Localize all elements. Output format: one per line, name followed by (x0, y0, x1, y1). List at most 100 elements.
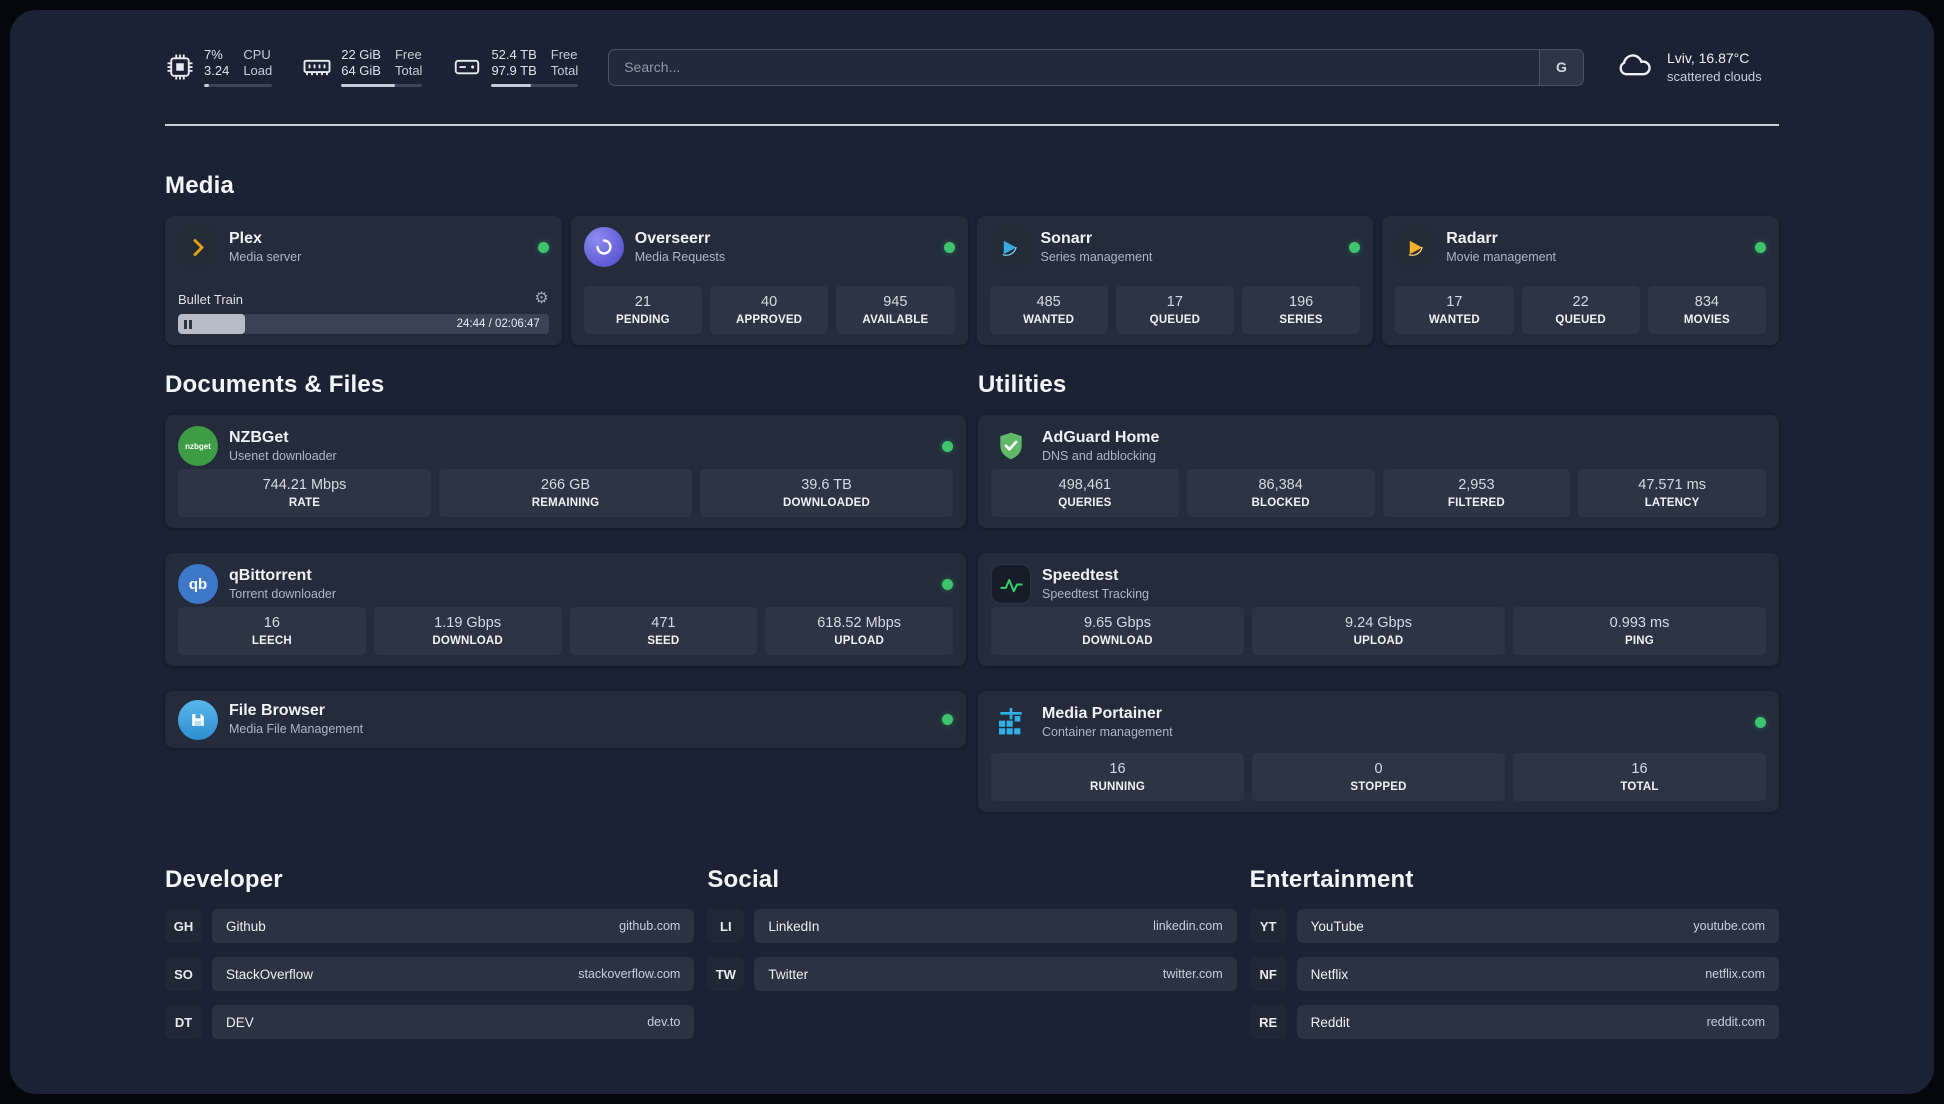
qbittorrent-card[interactable]: qb qBittorrent Torrent downloader 16 LEE… (165, 553, 966, 666)
plex-card[interactable]: Plex Media server Bullet Train ⚙ 24:44 /… (165, 216, 562, 345)
status-dot (1755, 716, 1766, 728)
playback-time: 24:44 / 02:06:47 (456, 318, 540, 330)
app-name: Speedtest (1042, 566, 1119, 584)
link-url: twitter.com (1162, 967, 1223, 981)
link-linkedin[interactable]: LI LinkedIn linkedin.com (707, 909, 1237, 943)
speedtest-card[interactable]: Speedtest Speedtest Tracking 9.65 Gbps D… (978, 553, 1779, 666)
app-name: File Browser (229, 702, 326, 719)
app-subtitle: Media File Management (229, 722, 364, 736)
app-name: AdGuard Home (1042, 428, 1160, 446)
documents-column: Documents & Files nzbget NZBGet Usenet d… (165, 371, 966, 748)
weather-condition: scattered clouds (1667, 69, 1762, 84)
adguard-card[interactable]: AdGuard Home DNS and adblocking 498,461 … (978, 415, 1779, 528)
link-reddit[interactable]: RE Reddit reddit.com (1249, 1005, 1779, 1039)
status-dot (942, 714, 953, 725)
app-subtitle: Media server (229, 249, 302, 264)
playback-progress-bar: 24:44 / 02:06:47 (178, 314, 549, 334)
weather-location: Lviv, 16.87°C (1667, 50, 1750, 66)
stat-leech: 16 LEECH (178, 607, 366, 655)
stat-queued: 17 QUEUED (1115, 286, 1234, 334)
disk-usage-bar (491, 84, 579, 87)
section-title-social: Social (707, 866, 780, 893)
stat-seed: 471 SEED (569, 607, 758, 655)
stat-downloaded: 39.6 TB DOWNLOADED (700, 469, 953, 517)
sonarr-card[interactable]: Sonarr Series management 485 WANTED 17 Q… (976, 216, 1374, 345)
link-url: linkedin.com (1153, 919, 1223, 933)
section-title-documents: Documents & Files (165, 371, 385, 398)
cpu-monitor: 7% 3.24 CPU Load (165, 47, 273, 87)
overseerr-card[interactable]: Overseerr Media Requests 21 PENDING 40 A… (570, 216, 968, 345)
pause-icon (184, 319, 192, 329)
radarr-icon (1395, 227, 1436, 267)
status-dot (942, 440, 953, 452)
netflix-icon: NF (1249, 957, 1287, 991)
filebrowser-icon (178, 699, 218, 740)
stat-filtered: 2,953 FILTERED (1382, 469, 1571, 517)
stat-queries: 498,461 QUERIES (991, 469, 1179, 517)
link-github[interactable]: GH Github github.com (165, 909, 695, 943)
link-name: YouTube (1310, 918, 1364, 934)
disk-monitor: 52.4 TB 97.9 TB Free Total (452, 47, 579, 87)
portainer-icon (991, 702, 1031, 742)
portainer-card[interactable]: Media Portainer Container management 16 … (978, 691, 1779, 812)
app-subtitle: DNS and adblocking (1042, 448, 1156, 463)
app-subtitle: Speedtest Tracking (1042, 586, 1150, 601)
disk-total-label: Total (550, 63, 579, 78)
stat-queued: 22 QUEUED (1521, 286, 1640, 334)
settings-gear-icon[interactable]: ⚙ (534, 291, 548, 307)
ram-usage-bar (341, 84, 423, 87)
section-title-developer: Developer (165, 866, 283, 893)
app-subtitle: Media Requests (634, 249, 726, 264)
stat-latency: 47.571 ms LATENCY (1578, 469, 1766, 517)
link-url: youtube.com (1693, 919, 1765, 933)
link-name: DEV (226, 1014, 254, 1030)
link-dev[interactable]: DT DEV dev.to (165, 1005, 695, 1039)
cpu-label: CPU (243, 47, 271, 62)
dashboard-root: 7% 3.24 CPU Load 22 GiB 64 GiB Free Tota… (10, 10, 1934, 1094)
stat-approved: 40 APPROVED (710, 286, 829, 334)
stackoverflow-icon: SO (165, 957, 202, 991)
stat-rate: 744.21 Mbps RATE (178, 469, 431, 517)
search-input[interactable] (609, 49, 1539, 85)
app-name: Media Portainer (1042, 704, 1163, 722)
link-name: Github (226, 918, 266, 934)
dev-icon: DT (165, 1005, 202, 1039)
filebrowser-card[interactable]: File Browser Media File Management (165, 691, 966, 748)
stat-available: 945 AVAILABLE (836, 286, 955, 334)
nzbget-icon: nzbget (178, 426, 218, 466)
app-name: NZBGet (229, 428, 289, 446)
search-engine-button[interactable]: G (1539, 49, 1583, 85)
stat-download: 1.19 Gbps DOWNLOAD (373, 607, 562, 655)
cloud-icon (1614, 49, 1656, 86)
social-links: Social LI LinkedIn linkedin.com TW Twitt… (707, 866, 1237, 1053)
speedtest-icon (991, 564, 1031, 604)
link-url: dev.to (647, 1015, 681, 1029)
ram-icon (302, 52, 332, 82)
link-name: Netflix (1310, 966, 1349, 982)
link-netflix[interactable]: NF Netflix netflix.com (1249, 957, 1779, 991)
topbar-divider (165, 124, 1779, 126)
link-url: netflix.com (1705, 967, 1765, 981)
link-youtube[interactable]: YT YouTube youtube.com (1249, 909, 1779, 943)
utilities-column: Utilities AdGuard Home DNS and adblockin… (978, 371, 1779, 812)
link-name: StackOverflow (226, 966, 314, 982)
cpu-percent: 7% (204, 47, 223, 62)
stat-pending: 21 PENDING (583, 286, 702, 334)
app-name: Radarr (1446, 229, 1498, 247)
nzbget-card[interactable]: nzbget NZBGet Usenet downloader 744.21 M… (165, 415, 966, 528)
stat-download: 9.65 Gbps DOWNLOAD (991, 607, 1244, 655)
status-dot (942, 578, 953, 590)
status-dot (537, 241, 549, 253)
cpu-icon (165, 52, 195, 82)
app-subtitle: Container management (1042, 724, 1173, 739)
stat-stopped: 0 STOPPED (1252, 753, 1505, 801)
radarr-card[interactable]: Radarr Movie management 17 WANTED 22 QUE… (1382, 216, 1779, 345)
ram-total-label: Total (394, 63, 423, 78)
link-twitter[interactable]: TW Twitter twitter.com (707, 957, 1237, 991)
app-subtitle: Usenet downloader (229, 448, 337, 463)
overseerr-icon (583, 227, 624, 267)
link-url: stackoverflow.com (578, 967, 681, 981)
weather-widget: Lviv, 16.87°C scattered clouds (1614, 49, 1779, 86)
link-stackoverflow[interactable]: SO StackOverflow stackoverflow.com (165, 957, 695, 991)
link-name: Reddit (1310, 1014, 1350, 1030)
